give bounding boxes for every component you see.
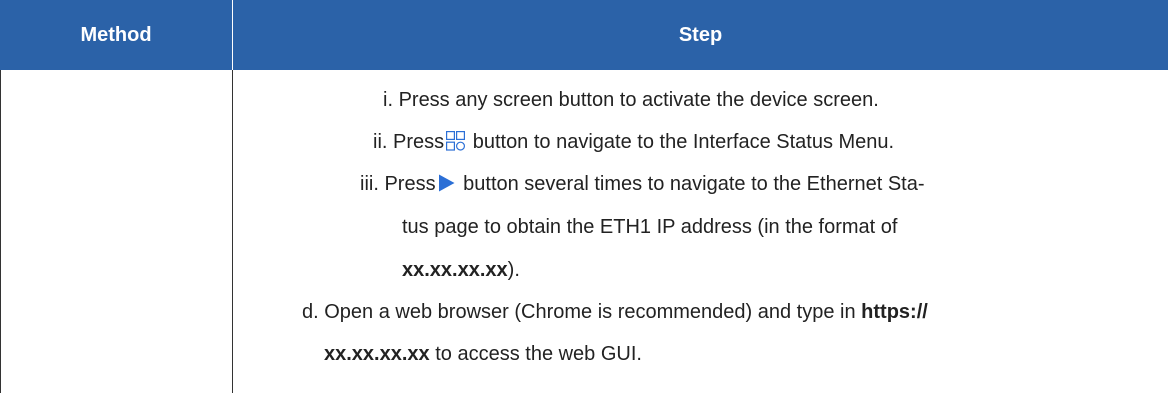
step-d-prefix: d. <box>302 301 319 323</box>
step-iii-before: Press <box>384 173 436 195</box>
method-column-header: Method <box>80 24 152 46</box>
step-iii-line-3: xx.xx.xx.xx). <box>402 256 520 284</box>
table-header: Method Step <box>0 0 1168 70</box>
step-iii-line-2: tus page to obtain the ETH1 IP address (… <box>402 213 897 241</box>
step-ii-after: button to navigate to the Interface Stat… <box>472 131 895 153</box>
step-column-header: Step <box>678 24 723 46</box>
step-d-text: Open a web browser (Chrome is recommende… <box>324 301 856 323</box>
step-iii-line3-rest: ). <box>507 259 520 281</box>
step-ii-prefix: ii. <box>373 131 388 153</box>
step-d-line: d. Open a web browser (Chrome is recomme… <box>302 298 928 326</box>
step-d-url-host: xx.xx.xx.xx <box>324 343 430 365</box>
step-iii-line2-text: tus page to obtain the ETH1 IP address (… <box>402 216 898 238</box>
step-iii-ip-format: xx.xx.xx.xx <box>402 259 508 281</box>
play-triangle-icon <box>438 174 455 192</box>
step-ii-line: ii. Press button to navigate to the Inte… <box>373 128 894 156</box>
instruction-table: Method Step i. Press any screen button t… <box>0 0 1168 393</box>
step-i-text: Press any screen button to activate the … <box>398 89 879 111</box>
column-divider <box>232 70 233 393</box>
step-iii-after: button several times to navigate to the … <box>463 173 925 195</box>
table-left-border <box>0 70 1 393</box>
step-iii-prefix: iii. <box>360 173 379 195</box>
step-d-line-2: xx.xx.xx.xx to access the web GUI. <box>324 340 642 368</box>
step-i-prefix: i. <box>383 89 393 111</box>
step-i-line: i. Press any screen button to activate t… <box>383 86 879 114</box>
menu-grid-icon <box>446 131 466 151</box>
step-ii-before: Press <box>393 131 445 153</box>
step-d-line2-rest: to access the web GUI. <box>435 343 642 365</box>
step-d-url-prefix: https:// <box>861 301 928 323</box>
step-iii-line: iii. Press button several times to navig… <box>360 170 925 198</box>
